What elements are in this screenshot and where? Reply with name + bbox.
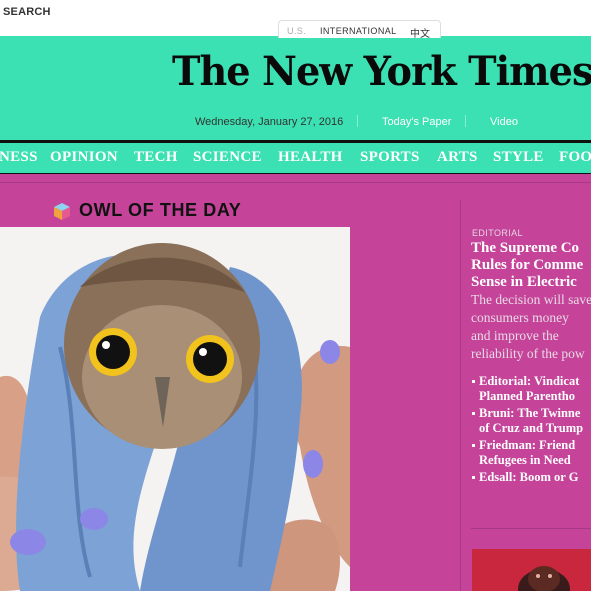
- editorial-headline[interactable]: The Supreme Co Rules for Comme Sense in …: [471, 240, 591, 291]
- owl-illustration: [0, 227, 350, 591]
- edition-us-link[interactable]: U.S.: [287, 26, 306, 36]
- column-divider: [460, 200, 461, 591]
- masthead-divider: [465, 115, 466, 127]
- edition-switcher: U.S. INTERNATIONAL 中文: [278, 20, 441, 40]
- edition-international-link[interactable]: INTERNATIONAL: [320, 26, 397, 36]
- nav-item-business[interactable]: NESS: [0, 149, 38, 166]
- todays-paper-link[interactable]: Today's Paper: [382, 116, 451, 128]
- owl-photo[interactable]: [0, 227, 350, 591]
- list-item[interactable]: Edsall: Boom or G: [472, 470, 578, 530]
- related-link[interactable]: Bruni: The Twinne of Cruz and Trump: [479, 406, 583, 436]
- nav-item-sports[interactable]: SPORTS: [360, 149, 420, 166]
- nav-item-health[interactable]: HEALTH: [278, 149, 343, 166]
- masthead: The New York Times Wednesday, January 27…: [0, 36, 591, 140]
- owl-of-the-day-heading[interactable]: OWL OF THE DAY: [79, 200, 241, 221]
- bullet-icon: [472, 412, 475, 415]
- dateline: Wednesday, January 27, 2016: [195, 116, 344, 128]
- article-thumbnail[interactable]: [472, 549, 591, 591]
- nav-item-opinion[interactable]: OPINION: [50, 149, 118, 166]
- section-rule: [0, 182, 591, 183]
- bullet-icon: [472, 476, 475, 479]
- editorial-kicker[interactable]: EDITORIAL: [472, 228, 523, 238]
- nav-rule-bottom: [0, 173, 591, 174]
- search-link[interactable]: SEARCH: [3, 6, 51, 18]
- bullet-icon: [472, 444, 475, 447]
- section-rule: [471, 528, 591, 529]
- thumbnail-image: [472, 549, 591, 591]
- related-link[interactable]: Edsall: Boom or G: [479, 470, 578, 485]
- nyt-logo[interactable]: The New York Times: [172, 48, 591, 95]
- nav-item-science[interactable]: SCIENCE: [193, 149, 262, 166]
- nav-item-style[interactable]: STYLE: [493, 149, 544, 166]
- cube-icon: [54, 203, 70, 220]
- nav-item-tech[interactable]: TECH: [134, 149, 178, 166]
- bullet-icon: [472, 380, 475, 383]
- nav-item-arts[interactable]: ARTS: [437, 149, 478, 166]
- edition-chinese-link[interactable]: 中文: [410, 25, 430, 40]
- video-link[interactable]: Video: [490, 116, 518, 128]
- nav-item-food[interactable]: FOO: [559, 149, 591, 166]
- editorial-summary: The decision will save consumers money a…: [471, 292, 591, 361]
- related-link[interactable]: Friedman: Friend Refugees in Need: [479, 438, 575, 468]
- related-link[interactable]: Editorial: Vindicat Planned Parentho: [479, 374, 579, 404]
- masthead-divider: [357, 115, 358, 127]
- section-nav: NESS OPINION TECH SCIENCE HEALTH SPORTS …: [0, 143, 591, 173]
